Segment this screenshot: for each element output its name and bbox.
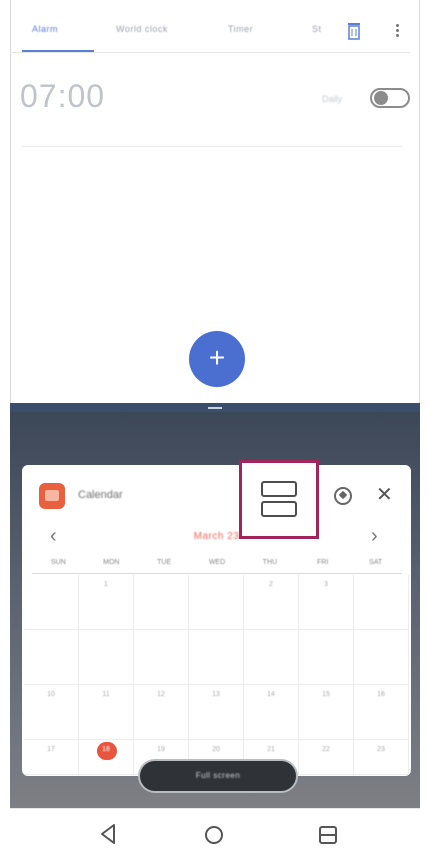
weekday-label: SUN bbox=[51, 559, 66, 566]
home-icon[interactable] bbox=[205, 826, 223, 844]
calendar-day-cell[interactable] bbox=[299, 630, 354, 685]
add-alarm-button[interactable]: + bbox=[189, 331, 245, 387]
calendar-day-number: 23 bbox=[377, 746, 385, 753]
calendar-day-cell[interactable]: 18 bbox=[79, 740, 134, 775]
calendar-day-cell[interactable] bbox=[189, 575, 244, 630]
calendar-day-cell[interactable] bbox=[24, 630, 79, 685]
weekday-label: WED bbox=[208, 559, 226, 566]
weekday-label: THU bbox=[262, 559, 278, 566]
weekday-label: SAT bbox=[369, 559, 383, 566]
calendar-day-number: 14 bbox=[267, 691, 275, 698]
calendar-day-number: 12 bbox=[157, 691, 165, 698]
calendar-day-cell[interactable]: 17 bbox=[24, 740, 79, 775]
calendar-day-cell[interactable] bbox=[134, 575, 189, 630]
weekday-label: MON bbox=[103, 559, 120, 566]
split-screen-divider[interactable] bbox=[10, 403, 420, 412]
calendar-day-cell[interactable]: 1 bbox=[79, 575, 134, 630]
calendar-day-number: 18 bbox=[102, 746, 110, 753]
calendar-day-cell[interactable]: 3 bbox=[299, 575, 354, 630]
compass-icon[interactable] bbox=[334, 487, 352, 505]
calendar-day-number: 19 bbox=[157, 746, 165, 753]
calendar-grid: 1 2 3 10 11 12 13 14 15 16 17 18 19 20 21 22 23 bbox=[24, 575, 409, 775]
calendar-day-cell[interactable] bbox=[134, 630, 189, 685]
calendar-day-cell[interactable]: 22 bbox=[299, 740, 354, 775]
calendar-day-cell[interactable]: 23 bbox=[354, 740, 409, 775]
calendar-day-cell[interactable]: 11 bbox=[79, 685, 134, 740]
calendar-day-cell[interactable]: 13 bbox=[189, 685, 244, 740]
calendar-day-number: 17 bbox=[47, 746, 55, 753]
full-screen-label: Full screen bbox=[195, 771, 241, 780]
close-icon[interactable]: ✕ bbox=[376, 482, 393, 507]
tab-world-clock[interactable]: World clock bbox=[116, 24, 168, 34]
back-icon[interactable] bbox=[98, 823, 118, 845]
calendar-day-cell[interactable] bbox=[24, 575, 79, 630]
calendar-day-number: 21 bbox=[267, 746, 275, 753]
clock-tab-bar: Alarm World clock Timer St bbox=[10, 12, 410, 52]
toggle-knob bbox=[374, 91, 388, 105]
month-label[interactable]: March 23 bbox=[22, 531, 411, 542]
calendar-day-cell[interactable] bbox=[354, 575, 409, 630]
calendar-day-number: 1 bbox=[104, 581, 108, 588]
more-vert-icon[interactable] bbox=[394, 22, 400, 42]
chevron-right-icon[interactable]: › bbox=[371, 525, 378, 548]
add-icon: + bbox=[208, 342, 226, 373]
calendar-day-number: 22 bbox=[322, 746, 330, 753]
alarm-time[interactable]: 07:00 bbox=[20, 78, 105, 115]
popup-app-title: Calendar bbox=[78, 489, 123, 501]
alarm-divider bbox=[22, 146, 402, 147]
calendar-day-number: 20 bbox=[212, 746, 220, 753]
calendar-day-number: 16 bbox=[377, 691, 385, 698]
calendar-day-cell[interactable]: 14 bbox=[244, 685, 299, 740]
calendar-day-cell[interactable] bbox=[189, 630, 244, 685]
tab-timer[interactable]: Timer bbox=[228, 24, 253, 34]
calendar-day-cell[interactable]: 2 bbox=[244, 575, 299, 630]
calendar-day-cell[interactable] bbox=[244, 630, 299, 685]
calendar-day-cell[interactable] bbox=[354, 630, 409, 685]
trash-icon[interactable] bbox=[347, 22, 361, 40]
calendar-day-cell[interactable]: 16 bbox=[354, 685, 409, 740]
calendar-day-cell[interactable]: 10 bbox=[24, 685, 79, 740]
alarm-toggle[interactable] bbox=[370, 88, 410, 108]
drag-handle[interactable] bbox=[208, 407, 222, 409]
calendar-day-number: 13 bbox=[212, 691, 220, 698]
calendar-day-cell[interactable]: 15 bbox=[299, 685, 354, 740]
weekday-header: SUN MON TUE WED THU FRI SAT bbox=[32, 559, 402, 566]
weekday-label: FRI bbox=[317, 559, 329, 566]
recents-icon[interactable] bbox=[319, 826, 337, 844]
tab-stopwatch[interactable]: St bbox=[312, 24, 322, 34]
split-screen-icon[interactable] bbox=[259, 481, 299, 521]
calendar-day-number: 11 bbox=[102, 691, 110, 698]
tab-alarm[interactable]: Alarm bbox=[32, 24, 58, 34]
full-screen-button[interactable]: Full screen bbox=[138, 759, 298, 793]
calendar-day-cell[interactable]: 12 bbox=[134, 685, 189, 740]
alarm-days: Daily bbox=[322, 94, 343, 104]
calendar-day-number: 15 bbox=[322, 691, 330, 698]
calendar-day-number: 3 bbox=[324, 581, 328, 588]
system-nav-bar bbox=[10, 808, 420, 862]
calendar-day-cell[interactable] bbox=[79, 630, 134, 685]
calendar-popup-window: Calendar ✕ ‹ March 23 › SUN MON TUE WED … bbox=[22, 460, 411, 776]
calendar-day-number: 2 bbox=[269, 581, 273, 588]
tab-divider bbox=[10, 52, 410, 53]
weekday-label: TUE bbox=[157, 559, 172, 566]
calendar-app-icon bbox=[39, 483, 65, 509]
calendar-day-number: 10 bbox=[47, 691, 55, 698]
weekday-divider bbox=[32, 573, 402, 574]
